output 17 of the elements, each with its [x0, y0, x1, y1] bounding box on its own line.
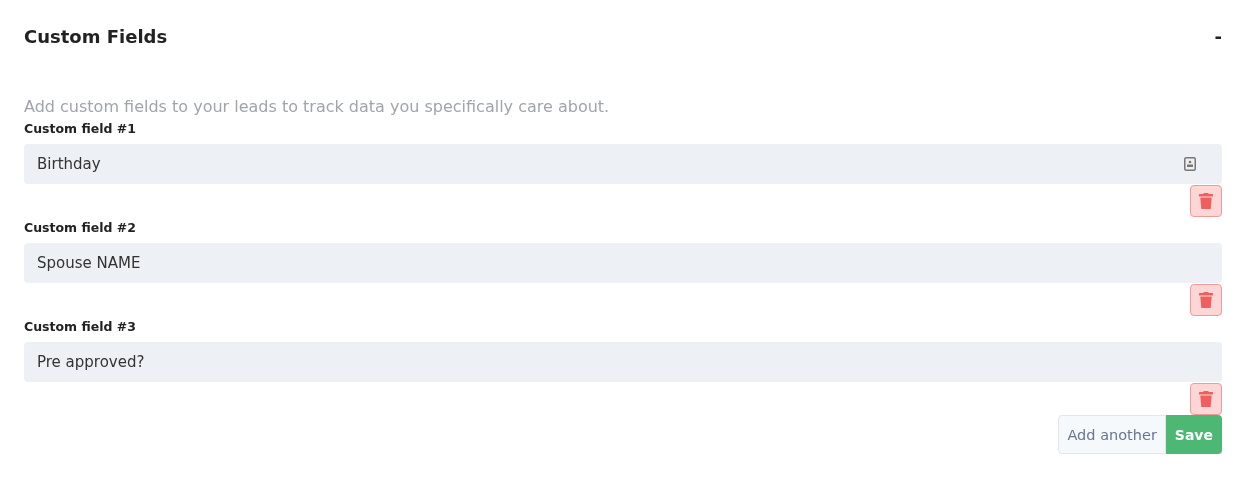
add-another-button[interactable]: Add another — [1058, 415, 1166, 454]
trash-icon — [1199, 193, 1213, 209]
description: Add custom fields to your leads to track data you specifically care about. — [24, 96, 611, 118]
trash-icon — [1199, 391, 1213, 407]
field-label: Custom field #2 — [24, 219, 137, 237]
delete-button[interactable] — [1190, 185, 1222, 217]
delete-button[interactable] — [1190, 284, 1222, 316]
contact-card-icon[interactable] — [1184, 157, 1196, 171]
field-label: Custom field #3 — [24, 318, 137, 336]
input-field[interactable]: Pre approved? — [24, 342, 1222, 382]
trash-icon — [1199, 292, 1213, 308]
input-field[interactable]: Birthday — [24, 144, 1222, 184]
field-label: Custom field #1 — [24, 120, 137, 138]
input-field[interactable]: Spouse NAME — [24, 243, 1222, 283]
delete-button[interactable] — [1190, 383, 1222, 415]
collapse-toggle[interactable]: - — [1214, 25, 1222, 47]
section-title: Custom Fields — [24, 25, 168, 47]
